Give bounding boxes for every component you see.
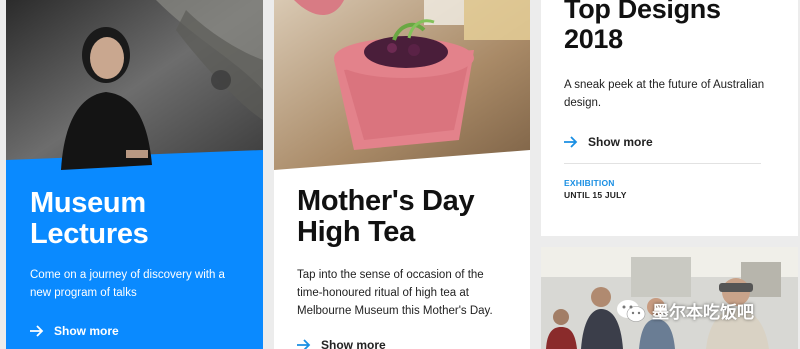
lecturer-photo bbox=[6, 0, 263, 175]
card-title: Top Designs 2018 bbox=[564, 0, 721, 54]
arrow-right-icon bbox=[564, 136, 578, 148]
card-title: Museum Lectures bbox=[30, 187, 149, 250]
card-museum-lectures[interactable]: Museum Lectures Come on a journey of disc… bbox=[6, 0, 263, 349]
wechat-icon bbox=[617, 299, 646, 322]
show-more-link[interactable]: Show more bbox=[297, 338, 386, 349]
card-description: Come on a journey of discovery with a ne… bbox=[30, 269, 225, 299]
card-top-designs[interactable]: Top Designs 2018 A sneak peek at the futu… bbox=[541, 0, 798, 236]
date-label: UNTIL 15 JULY bbox=[564, 190, 627, 200]
divider bbox=[564, 163, 761, 164]
card-title: Mother's Day High Tea bbox=[297, 185, 475, 248]
arrow-right-icon bbox=[297, 339, 311, 349]
card-mothers-day-high-tea[interactable]: Mother's Day High Tea Tap into the sense … bbox=[274, 0, 530, 349]
card-description: Tap into the sense of occasion of the ti… bbox=[297, 269, 493, 317]
show-more-link[interactable]: Show more bbox=[564, 135, 653, 149]
category-label: EXHIBITION bbox=[564, 178, 615, 188]
watermark-text: 墨尔本吃饭吧 bbox=[652, 303, 754, 322]
card-description: A sneak peek at the future of Australian… bbox=[564, 79, 765, 109]
arrow-right-icon bbox=[30, 325, 44, 337]
high-tea-photo bbox=[274, 0, 530, 170]
show-more-link[interactable]: Show more bbox=[30, 324, 119, 338]
watermark: 墨尔本吃饭吧 bbox=[616, 298, 754, 323]
